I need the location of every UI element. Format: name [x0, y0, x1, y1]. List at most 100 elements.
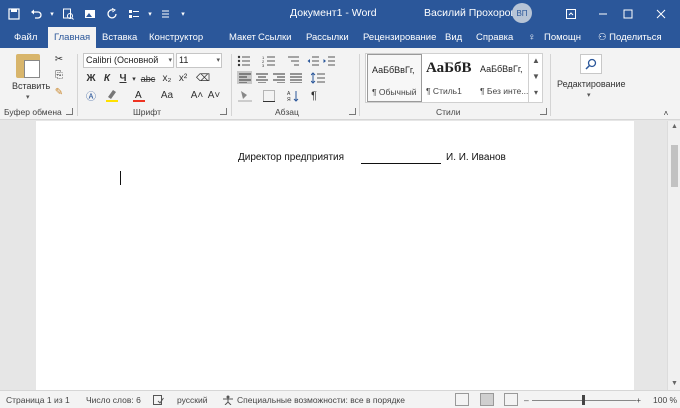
avatar[interactable]: ВП — [512, 3, 532, 23]
tab-references[interactable]: Ссылки — [252, 27, 297, 48]
search-icon[interactable] — [580, 54, 602, 74]
align-left-icon[interactable] — [237, 71, 252, 84]
font-size-select[interactable]: 11 ▾ — [176, 53, 222, 68]
save-icon[interactable] — [4, 4, 24, 24]
share-button[interactable]: ⚇ Поделиться — [592, 27, 668, 48]
superscript-button[interactable]: x² — [176, 72, 190, 85]
customize-qat-icon[interactable]: ▾ — [178, 4, 188, 24]
word-count[interactable]: Число слов: 6 — [86, 395, 141, 405]
tab-help[interactable]: Справка — [470, 27, 519, 48]
bullets-icon[interactable] — [236, 54, 252, 67]
cut-icon[interactable]: ✂ — [53, 53, 65, 65]
zoom-in-button[interactable]: + — [636, 395, 641, 405]
vertical-scrollbar[interactable]: ▲ ▼ — [667, 121, 680, 390]
style-item-no-spacing[interactable]: АаБбВвГг, ¶ Без инте... — [476, 54, 531, 102]
highlight-icon[interactable] — [104, 88, 120, 102]
shrink-font-button[interactable]: A˅ — [207, 88, 221, 102]
collapse-ribbon-icon[interactable]: ˄ — [660, 108, 672, 118]
paragraph-launcher-icon[interactable] — [349, 108, 356, 115]
undo-icon[interactable] — [26, 4, 46, 24]
decrease-indent-icon[interactable] — [306, 54, 320, 67]
strikethrough-button[interactable]: abc — [140, 72, 156, 85]
redo-icon[interactable] — [156, 4, 176, 24]
tab-view[interactable]: Вид — [439, 27, 468, 48]
chevron-down-icon[interactable]: ▾ — [587, 91, 591, 99]
zoom-out-button[interactable]: – — [524, 395, 529, 405]
align-right-icon[interactable] — [271, 71, 286, 84]
quick-access-toolbar: ▾ ▾ ▾ — [4, 4, 188, 24]
increase-indent-icon[interactable] — [322, 54, 336, 67]
chevron-down-icon[interactable]: ▾ — [26, 93, 30, 101]
font-launcher-icon[interactable] — [220, 108, 227, 115]
document-page[interactable]: Директор предприятия И. И. Иванов — [36, 121, 634, 390]
borders-icon[interactable] — [261, 89, 277, 102]
change-case-button[interactable]: Aa — [158, 88, 176, 102]
tab-home[interactable]: Главная — [48, 27, 97, 48]
chevron-up-icon[interactable]: ▲ — [668, 121, 680, 133]
paste-icon[interactable] — [16, 54, 40, 78]
style-name: ¶ Без инте... — [480, 86, 529, 96]
accessibility-icon[interactable] — [222, 395, 234, 407]
paste-button-label[interactable]: Вставить — [12, 81, 50, 91]
tab-insert[interactable]: Вставка — [96, 27, 143, 48]
tab-design[interactable]: Конструктор — [143, 27, 209, 48]
text-effects-icon[interactable]: Ⓐ — [84, 88, 98, 103]
align-center-icon[interactable] — [254, 71, 269, 84]
close-icon[interactable] — [646, 0, 676, 27]
proofing-icon[interactable] — [153, 395, 164, 407]
ribbon-display-options-icon[interactable] — [556, 0, 586, 27]
tab-file[interactable]: Файл — [8, 27, 43, 48]
format-painter-icon[interactable]: ✎ — [53, 86, 65, 98]
chevron-up-icon[interactable]: ▲ — [529, 53, 543, 69]
web-layout-view-icon[interactable] — [504, 393, 518, 406]
line-spacing-icon[interactable] — [310, 71, 326, 84]
chevron-down-icon[interactable]: ▼ — [668, 378, 680, 390]
chevron-down-icon[interactable]: ▼ — [529, 69, 543, 85]
language-indicator[interactable]: русский — [177, 395, 208, 405]
clipboard-launcher-icon[interactable] — [66, 108, 73, 115]
show-formatting-marks-button[interactable]: ¶ — [307, 89, 321, 102]
read-mode-view-icon[interactable] — [455, 393, 469, 406]
accessibility-status[interactable]: Специальные возможности: все в порядке — [237, 395, 405, 405]
multilevel-list-icon[interactable] — [285, 54, 301, 67]
list-format-icon[interactable] — [124, 4, 144, 24]
print-preview-icon[interactable] — [58, 4, 78, 24]
clear-formatting-icon[interactable]: ⌫ — [196, 72, 210, 85]
italic-button[interactable]: К — [101, 72, 113, 85]
page-counter[interactable]: Страница 1 из 1 — [6, 395, 70, 405]
styles-gallery-scroller: ▲ ▼ ▾ — [528, 53, 543, 103]
refresh-icon[interactable] — [102, 4, 122, 24]
zoom-level[interactable]: 100 % — [653, 395, 677, 405]
zoom-slider-thumb[interactable] — [582, 395, 585, 405]
style-item-normal[interactable]: АаБбВвГг, ¶ Обычный — [367, 54, 422, 102]
font-family-value: Calibri (Основной — [86, 55, 159, 65]
more-styles-icon[interactable]: ▾ — [529, 85, 543, 101]
editing-button-label[interactable]: Редактирование — [557, 79, 626, 89]
shading-icon[interactable] — [237, 89, 253, 102]
tab-tell-me[interactable]: Помощн — [538, 27, 587, 48]
user-name[interactable]: Василий Прохоров — [424, 7, 516, 19]
font-color-icon[interactable]: A — [131, 88, 147, 102]
styles-launcher-icon[interactable] — [540, 108, 547, 115]
chevron-down-icon[interactable]: ▾ — [146, 4, 154, 24]
grow-font-button[interactable]: A˄ — [190, 88, 204, 102]
sort-icon[interactable]: АЯ — [286, 89, 300, 102]
tab-review[interactable]: Рецензирование — [357, 27, 442, 48]
maximize-icon[interactable] — [613, 0, 643, 27]
chevron-down-icon[interactable]: ▾ — [130, 72, 138, 85]
tab-mailings[interactable]: Рассылки — [300, 27, 355, 48]
bold-button[interactable]: Ж — [85, 72, 97, 85]
group-divider — [77, 54, 78, 116]
scrollbar-thumb[interactable] — [671, 145, 678, 187]
style-item-style1[interactable]: АаБбВ ¶ Стиль1 — [422, 54, 477, 102]
underline-button[interactable]: Ч — [117, 72, 129, 85]
chevron-down-icon[interactable]: ▾ — [48, 4, 56, 24]
numbering-icon[interactable]: 123 — [261, 54, 277, 67]
copy-icon[interactable]: ⎘ — [53, 69, 65, 81]
style-sample: АаБбВвГг, — [372, 65, 415, 75]
font-family-select[interactable]: Calibri (Основной ▾ — [83, 53, 174, 68]
image-icon[interactable] — [80, 4, 100, 24]
justify-icon[interactable] — [288, 71, 303, 84]
print-layout-view-icon[interactable] — [480, 393, 494, 406]
subscript-button[interactable]: x₂ — [160, 72, 174, 85]
